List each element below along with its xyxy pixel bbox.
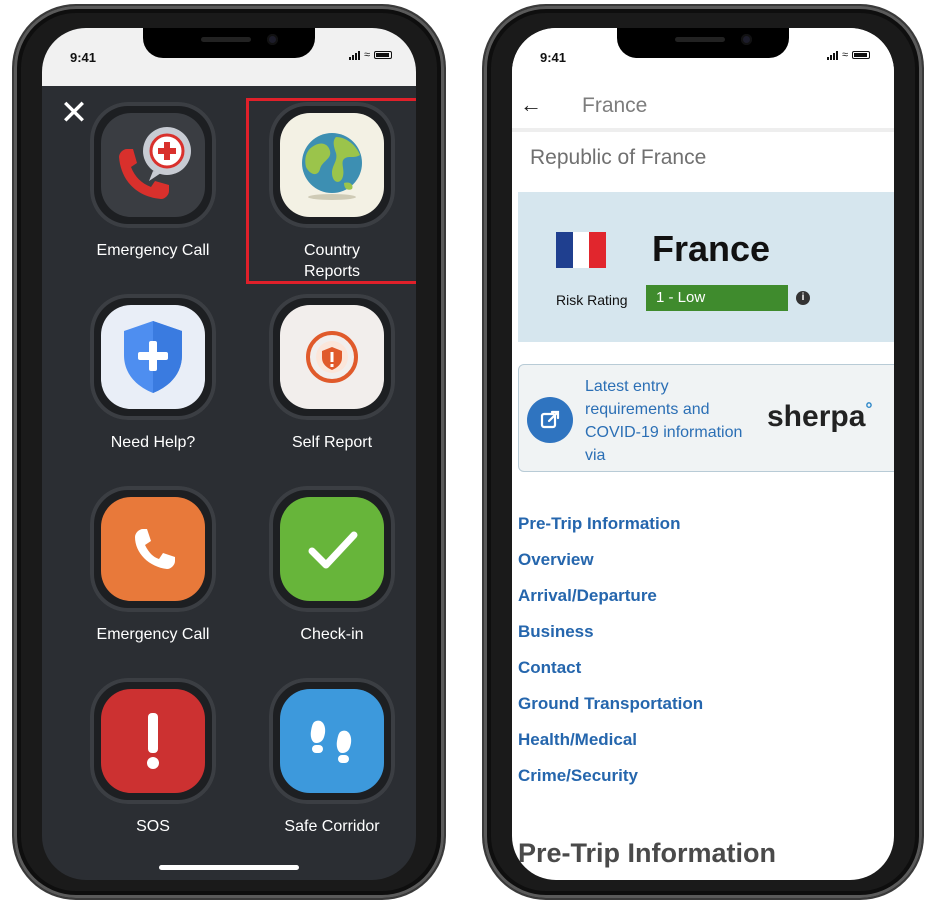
exclamation-icon bbox=[147, 713, 159, 769]
phone-frame-right: 9:41 ≈ ← France Republic of France Franc… bbox=[484, 6, 922, 898]
battery-icon bbox=[374, 51, 392, 59]
risk-rating-label: Risk Rating bbox=[556, 292, 628, 308]
sos-tile[interactable]: SOS bbox=[73, 678, 233, 837]
notch bbox=[617, 28, 789, 58]
back-arrow-icon[interactable]: ← bbox=[520, 92, 542, 118]
need-help-tile[interactable]: Need Help? bbox=[73, 294, 233, 453]
report-section-links: Pre-Trip Information Overview Arrival/De… bbox=[518, 514, 703, 802]
status-time: 9:41 bbox=[70, 50, 97, 65]
shield-plus-icon bbox=[124, 321, 182, 393]
sherpa-entry-requirements-card[interactable]: Latest entry requirements and COVID-19 i… bbox=[518, 364, 894, 472]
tile-label: Country Reports bbox=[303, 242, 361, 280]
country-summary-card: France Risk Rating 1 - Low i bbox=[518, 192, 894, 342]
signal-icon bbox=[348, 50, 360, 60]
emergency-phone-icon bbox=[119, 127, 191, 199]
status-icons: ≈ bbox=[348, 49, 392, 61]
app-menu-screen: 9:41 ≈ ✕ Emergency Call Country Reports … bbox=[42, 28, 416, 880]
link-ground-transportation[interactable]: Ground Transportation bbox=[518, 694, 703, 730]
link-arrival-departure[interactable]: Arrival/Departure bbox=[518, 586, 703, 622]
risk-rating-badge: 1 - Low bbox=[646, 285, 788, 311]
link-pre-trip-information[interactable]: Pre-Trip Information bbox=[518, 514, 703, 550]
wifi-icon: ≈ bbox=[363, 49, 370, 61]
notch bbox=[143, 28, 315, 58]
check-in-tile[interactable]: Check-in bbox=[252, 486, 412, 645]
link-business[interactable]: Business bbox=[518, 622, 703, 658]
emergency-call-orange-tile[interactable]: Emergency Call bbox=[73, 486, 233, 645]
info-icon[interactable]: i bbox=[796, 291, 810, 305]
safe-corridor-tile[interactable]: Safe Corridor bbox=[252, 678, 412, 837]
page-title: France bbox=[582, 94, 648, 117]
section-heading: Pre-Trip Information bbox=[518, 838, 777, 868]
tile-label: Emergency Call bbox=[96, 626, 210, 643]
link-overview[interactable]: Overview bbox=[518, 550, 703, 586]
phone-icon bbox=[135, 529, 175, 569]
tile-label: Self Report bbox=[291, 434, 373, 451]
tile-label: Emergency Call bbox=[96, 242, 210, 259]
checkmark-icon bbox=[308, 531, 358, 569]
wifi-icon: ≈ bbox=[841, 49, 848, 61]
app-bar: ← France bbox=[512, 86, 894, 132]
globe-icon bbox=[302, 133, 362, 200]
country-name: France bbox=[652, 228, 771, 269]
external-link-icon bbox=[527, 397, 573, 443]
link-contact[interactable]: Contact bbox=[518, 658, 703, 694]
country-reports-tile[interactable]: Country Reports bbox=[252, 102, 412, 282]
sherpa-logo: sherpa° bbox=[767, 399, 873, 433]
footsteps-icon bbox=[310, 720, 352, 763]
status-time: 9:41 bbox=[540, 50, 567, 65]
emergency-call-tile[interactable]: Emergency Call bbox=[73, 102, 233, 261]
signal-icon bbox=[826, 50, 838, 60]
tile-label: Need Help? bbox=[110, 434, 196, 451]
sherpa-card-text: Latest entry requirements and COVID-19 i… bbox=[585, 378, 743, 464]
phone-frame-left: 9:41 ≈ ✕ Emergency Call Country Reports … bbox=[14, 6, 444, 898]
country-report-screen: 9:41 ≈ ← France Republic of France Franc… bbox=[512, 28, 894, 880]
self-report-icon bbox=[306, 331, 358, 383]
country-subtitle: Republic of France bbox=[530, 146, 707, 169]
france-flag-icon bbox=[556, 232, 607, 268]
tile-label: Safe Corridor bbox=[284, 818, 380, 835]
tile-label: SOS bbox=[136, 818, 170, 835]
tile-label: Check-in bbox=[300, 626, 364, 643]
home-indicator bbox=[159, 865, 299, 870]
self-report-tile[interactable]: Self Report bbox=[252, 294, 412, 453]
link-health-medical[interactable]: Health/Medical bbox=[518, 730, 703, 766]
status-icons: ≈ bbox=[826, 49, 870, 61]
link-crime-security[interactable]: Crime/Security bbox=[518, 766, 703, 802]
battery-icon bbox=[852, 51, 870, 59]
